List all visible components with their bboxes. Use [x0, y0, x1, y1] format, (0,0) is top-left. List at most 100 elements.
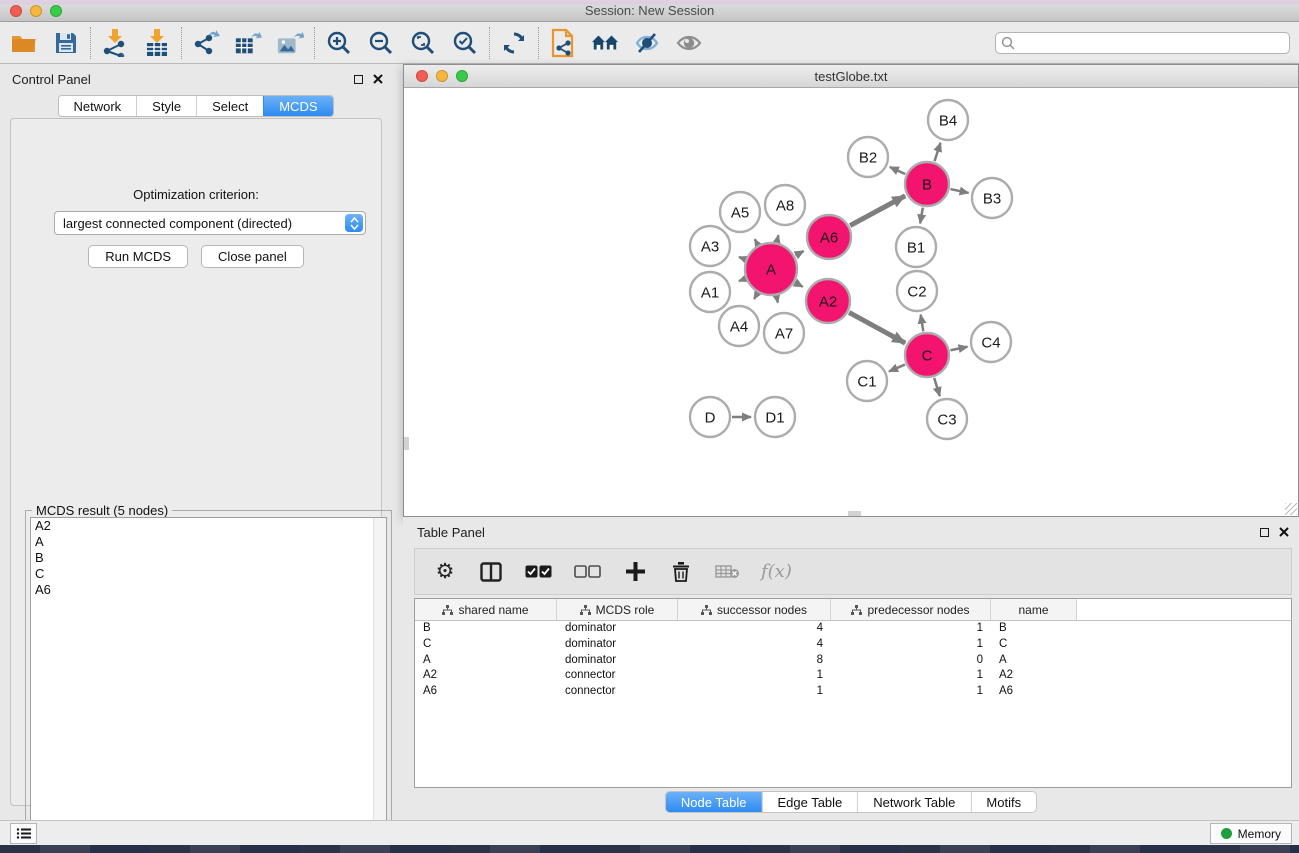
export-table-icon[interactable]: [234, 29, 262, 57]
graph-node-B3[interactable]: B3: [972, 178, 1012, 218]
table-cell[interactable]: connector: [557, 668, 678, 684]
tab-style[interactable]: Style: [136, 96, 196, 116]
graph-node-A7[interactable]: A7: [764, 313, 804, 353]
edge-B-B1[interactable]: [920, 208, 923, 224]
delete-column-icon[interactable]: [669, 557, 693, 587]
criterion-select[interactable]: largest connected component (directed): [54, 211, 366, 235]
table-cell[interactable]: 4: [678, 621, 831, 637]
graph-node-B2[interactable]: B2: [848, 137, 888, 177]
table-cell[interactable]: A2: [415, 668, 557, 684]
canvas-hscroll-thumb[interactable]: [848, 511, 861, 516]
graph-node-A2[interactable]: A2: [806, 279, 850, 323]
search-input[interactable]: [995, 32, 1290, 54]
graph-node-A5[interactable]: A5: [720, 192, 760, 232]
tab-motifs[interactable]: Motifs: [970, 792, 1036, 812]
edge-C-C3[interactable]: [934, 378, 940, 396]
edge-C-C2[interactable]: [921, 315, 924, 332]
mcds-result-list[interactable]: A2ABCA6: [30, 517, 387, 850]
table-cell[interactable]: 1: [831, 637, 991, 653]
import-table-icon[interactable]: [143, 29, 171, 57]
select-all-columns-icon[interactable]: [525, 557, 552, 587]
edge-A-A4[interactable]: [754, 293, 757, 299]
window-resize-grip[interactable]: [1285, 503, 1297, 515]
table-cell[interactable]: 4: [678, 637, 831, 653]
table-cell[interactable]: connector: [557, 684, 678, 700]
zoom-out-icon[interactable]: [367, 29, 395, 57]
run-mcds-button[interactable]: Run MCDS: [88, 245, 188, 268]
hide-graphics-details-icon[interactable]: [633, 29, 661, 57]
edge-A2-C[interactable]: [849, 312, 905, 343]
table-cell[interactable]: 1: [831, 684, 991, 700]
column-header-shared-name[interactable]: shared name: [415, 599, 557, 620]
table-row[interactable]: Bdominator41B: [415, 621, 1291, 637]
delete-table-icon[interactable]: [715, 557, 739, 587]
table-cell[interactable]: 1: [831, 621, 991, 637]
table-cell[interactable]: B: [415, 621, 557, 637]
float-panel-icon[interactable]: [354, 75, 363, 84]
tab-mcds[interactable]: MCDS: [263, 96, 332, 116]
table-row[interactable]: Adominator80A: [415, 653, 1291, 669]
table-cell[interactable]: A: [415, 653, 557, 669]
graph-node-C3[interactable]: C3: [927, 399, 967, 439]
home-icon[interactable]: [591, 29, 619, 57]
edge-A-A8[interactable]: [777, 235, 778, 241]
split-panel-icon[interactable]: [479, 557, 503, 587]
export-image-icon[interactable]: [276, 29, 304, 57]
unselect-all-columns-icon[interactable]: [574, 557, 601, 587]
network-graph[interactable]: B4B2BB3A8A5A6A3B1AC2A1A2A4A7C4CC1C3DD1: [404, 88, 1298, 516]
graph-node-A1[interactable]: A1: [690, 272, 730, 312]
show-graphics-details-icon[interactable]: [675, 29, 703, 57]
graph-node-D1[interactable]: D1: [755, 397, 795, 437]
canvas-vscroll-thumb[interactable]: [404, 437, 409, 450]
export-network-icon[interactable]: [192, 29, 220, 57]
create-column-icon[interactable]: [623, 557, 647, 587]
table-settings-icon[interactable]: ⚙: [433, 557, 457, 587]
memory-button[interactable]: Memory: [1210, 823, 1292, 844]
table-cell[interactable]: C: [415, 637, 557, 653]
table-cell[interactable]: 1: [678, 668, 831, 684]
table-cell[interactable]: dominator: [557, 653, 678, 669]
graph-node-D[interactable]: D: [690, 397, 730, 437]
table-row[interactable]: Cdominator41C: [415, 637, 1291, 653]
graph-node-C[interactable]: C: [905, 333, 949, 377]
edge-A-A1[interactable]: [739, 279, 745, 281]
close-panel-icon[interactable]: [373, 74, 383, 84]
import-network-icon[interactable]: [101, 29, 129, 57]
function-builder-icon[interactable]: f(x): [761, 557, 792, 587]
table-cell[interactable]: B: [991, 621, 1077, 637]
close-panel-button[interactable]: Close panel: [201, 245, 304, 268]
network-window-titlebar[interactable]: testGlobe.txt: [404, 65, 1298, 88]
edge-B-B3[interactable]: [950, 189, 968, 193]
table-cell[interactable]: A6: [415, 684, 557, 700]
table-cell[interactable]: A: [991, 653, 1077, 669]
table-cell[interactable]: 0: [831, 653, 991, 669]
column-header-mcds-role[interactable]: MCDS role: [557, 599, 678, 620]
result-scrollbar[interactable]: [373, 518, 386, 849]
save-session-icon[interactable]: [52, 29, 80, 57]
node-table[interactable]: shared nameMCDS rolesuccessor nodesprede…: [414, 598, 1292, 788]
graph-node-A4[interactable]: A4: [719, 306, 759, 346]
column-header-predecessor-nodes[interactable]: predecessor nodes: [831, 599, 991, 620]
network-from-document-icon[interactable]: [549, 29, 577, 57]
graph-node-B4[interactable]: B4: [928, 100, 968, 140]
edge-A6-B[interactable]: [850, 196, 905, 226]
table-cell[interactable]: dominator: [557, 621, 678, 637]
tab-network[interactable]: Network: [58, 96, 136, 116]
tab-node-table[interactable]: Node Table: [666, 792, 762, 812]
table-cell[interactable]: 8: [678, 653, 831, 669]
graph-node-C1[interactable]: C1: [847, 361, 887, 401]
table-cell[interactable]: 1: [831, 668, 991, 684]
table-row[interactable]: A6connector11A6: [415, 684, 1291, 700]
column-header-successor-nodes[interactable]: successor nodes: [678, 599, 831, 620]
graph-node-B[interactable]: B: [905, 162, 949, 206]
close-table-panel-icon[interactable]: [1279, 527, 1289, 537]
open-session-icon[interactable]: [10, 29, 38, 57]
column-header-name[interactable]: name: [991, 599, 1077, 620]
network-canvas[interactable]: B4B2BB3A8A5A6A3B1AC2A1A2A4A7C4CC1C3DD1: [404, 88, 1298, 516]
graph-node-C4[interactable]: C4: [971, 322, 1011, 362]
edge-B-B2[interactable]: [890, 167, 905, 174]
zoom-in-icon[interactable]: [325, 29, 353, 57]
zoom-fit-icon[interactable]: [409, 29, 437, 57]
graph-node-A3[interactable]: A3: [690, 226, 730, 266]
zoom-selected-icon[interactable]: [451, 29, 479, 57]
